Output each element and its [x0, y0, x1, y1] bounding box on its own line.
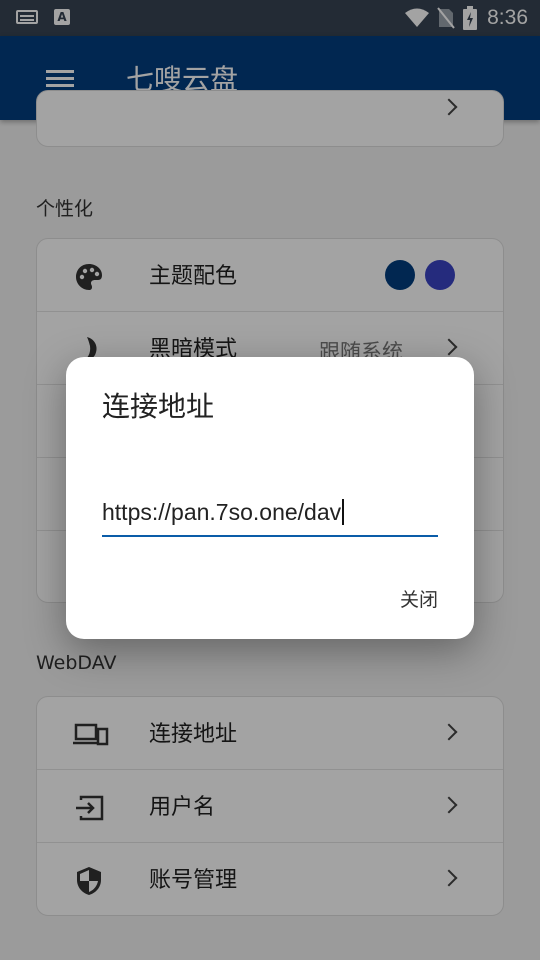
url-dialog: 连接地址 https://pan.7so.one/dav 关闭	[66, 357, 474, 639]
url-input[interactable]: https://pan.7so.one/dav	[102, 495, 438, 537]
dialog-title: 连接地址	[102, 390, 215, 423]
close-button[interactable]: 关闭	[400, 585, 438, 612]
text-caret	[342, 499, 345, 525]
url-input-value: https://pan.7so.one/dav	[102, 499, 342, 525]
